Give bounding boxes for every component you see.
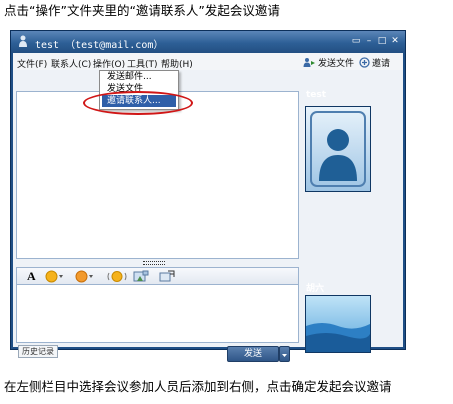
send-options-button[interactable] bbox=[279, 346, 290, 362]
restore-icon[interactable]: ▭ bbox=[351, 36, 361, 46]
menu-item-send-email[interactable]: 发送邮件... bbox=[100, 71, 178, 83]
close-icon[interactable]: ✕ bbox=[390, 36, 400, 46]
window-body: 文件(F) 联系人(C) 操作(O) 工具(T) 帮助(H) 发送文件 邀请 发… bbox=[13, 53, 403, 362]
nudge-icon[interactable] bbox=[107, 270, 127, 283]
peer-contact-name: 胡六 bbox=[306, 284, 325, 294]
format-toolbar: A bbox=[16, 267, 299, 285]
menu-help[interactable]: 帮助(H) bbox=[161, 57, 193, 70]
message-history-pane[interactable] bbox=[16, 91, 299, 259]
menu-bar: 文件(F) 联系人(C) 操作(O) 工具(T) 帮助(H) 发送文件 邀请 bbox=[13, 53, 403, 70]
highlight-annotation bbox=[83, 91, 193, 115]
send-file-icon bbox=[303, 58, 315, 67]
self-contact-name: test bbox=[306, 90, 327, 100]
default-avatar-icon bbox=[306, 107, 370, 191]
peer-avatar bbox=[305, 295, 371, 353]
self-avatar bbox=[305, 106, 371, 192]
image-icon[interactable] bbox=[133, 270, 149, 283]
screenshot-icon[interactable] bbox=[159, 270, 175, 283]
font-icon[interactable]: A bbox=[27, 269, 36, 283]
bottom-caption: 在左侧栏目中选择会议参加人员后添加到右侧，点击确定发起会议邀请 bbox=[4, 379, 392, 394]
menu-contacts[interactable]: 联系人(C) bbox=[51, 57, 91, 70]
menu-tools[interactable]: 工具(T) bbox=[127, 57, 158, 70]
menu-actions[interactable]: 操作(O) bbox=[93, 57, 125, 70]
menu-file[interactable]: 文件(F) bbox=[17, 57, 47, 70]
send-button[interactable]: 发送 bbox=[227, 346, 279, 362]
history-button[interactable]: 历史记录 bbox=[18, 345, 58, 358]
top-caption: 点击“操作”文件夹里的“邀请联系人”发起会议邀请 bbox=[4, 3, 280, 18]
pane-splitter[interactable] bbox=[143, 261, 165, 265]
message-input[interactable] bbox=[16, 285, 299, 343]
send-file-label: 发送文件 bbox=[318, 59, 355, 69]
title-bar[interactable]: test （test@mail.com） ▭ – □ ✕ bbox=[11, 31, 405, 53]
chat-window: test （test@mail.com） ▭ – □ ✕ 文件(F) 联系人(C… bbox=[10, 30, 406, 362]
user-icon bbox=[19, 35, 27, 47]
invite-button[interactable]: 邀请 bbox=[359, 56, 390, 69]
invite-label: 邀请 bbox=[372, 59, 391, 69]
send-file-button[interactable]: 发送文件 bbox=[303, 56, 354, 69]
chevron-down-icon bbox=[282, 354, 287, 357]
window-title: test （test@mail.com） bbox=[35, 40, 164, 51]
maximize-icon[interactable]: □ bbox=[377, 36, 387, 46]
minimize-icon[interactable]: – bbox=[364, 36, 374, 46]
landscape-avatar-icon bbox=[306, 296, 370, 352]
wink-emoticon-icon[interactable] bbox=[75, 270, 95, 283]
emoticon-icon[interactable] bbox=[45, 270, 65, 283]
invite-icon bbox=[359, 57, 370, 68]
